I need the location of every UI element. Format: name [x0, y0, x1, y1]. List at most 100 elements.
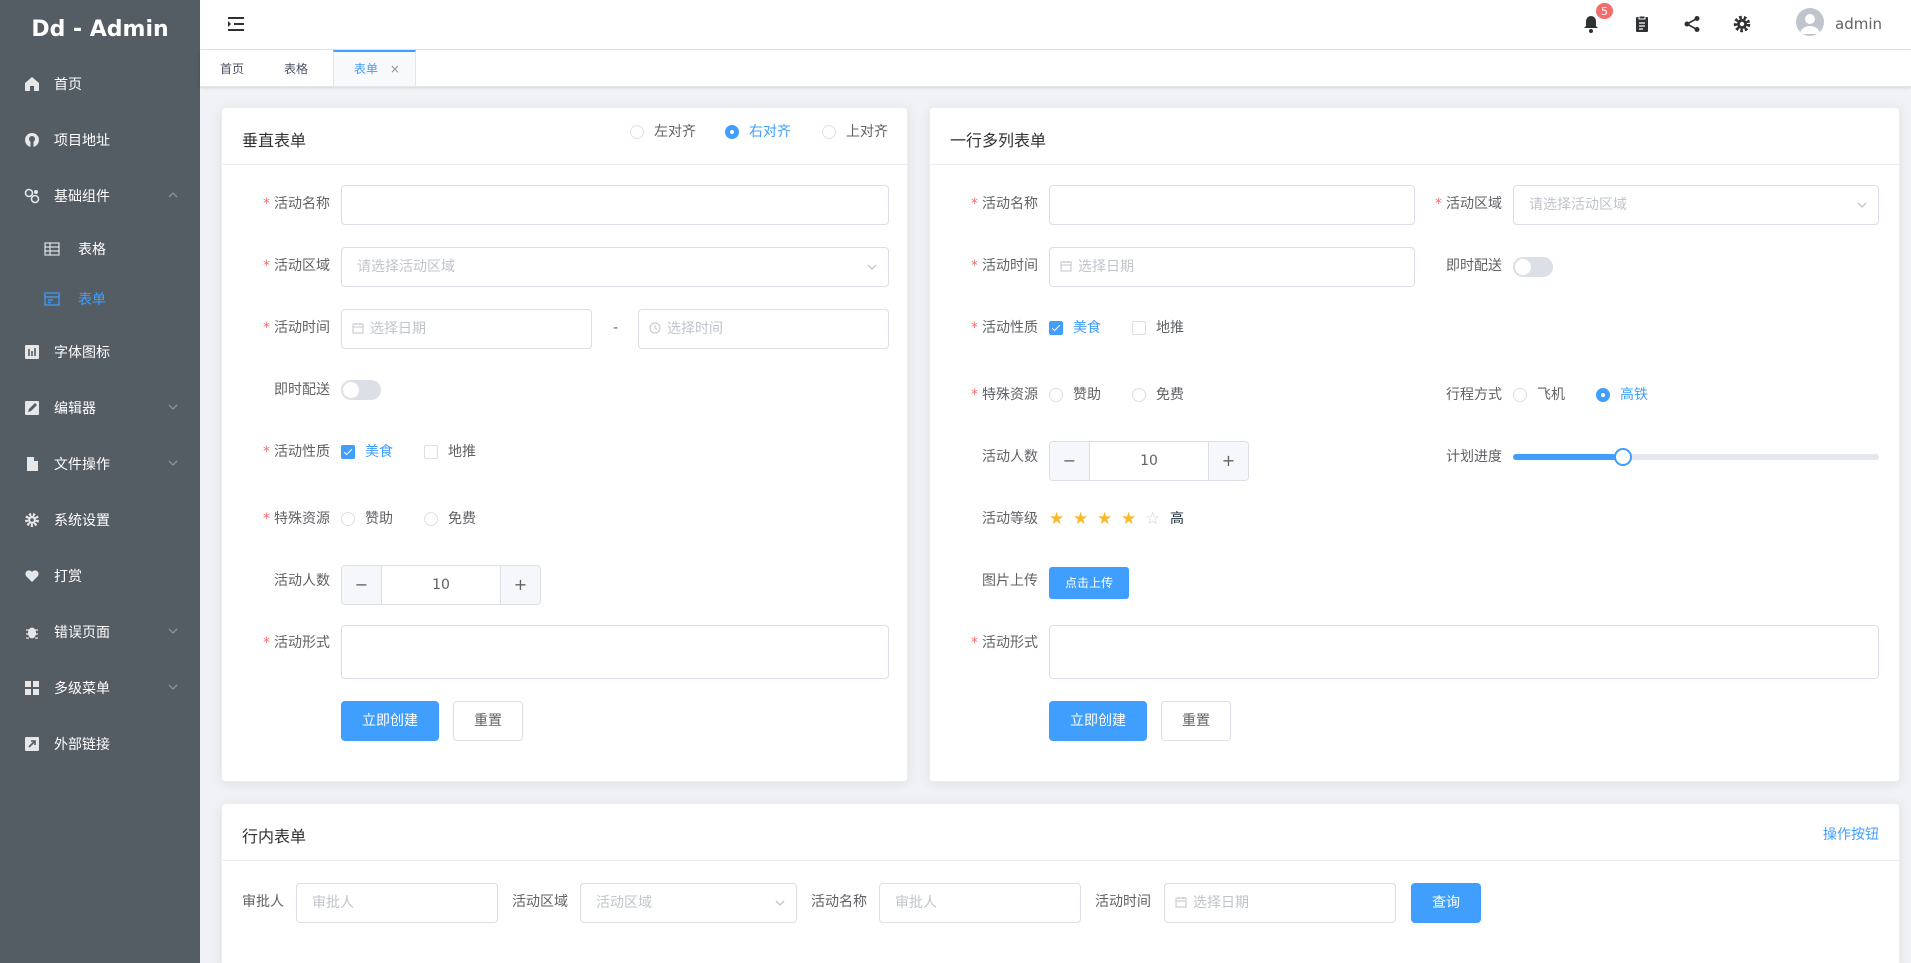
stepper-value[interactable]: 10: [1090, 442, 1208, 480]
settings-gear-icon[interactable]: [1733, 15, 1751, 33]
reset-button[interactable]: 重置: [1161, 701, 1231, 741]
card-header: 一行多列表单: [930, 108, 1899, 165]
sidebar-item-settings[interactable]: 系统设置: [0, 492, 200, 548]
resource-free-label[interactable]: 免费: [1156, 387, 1184, 403]
user-icon: [1800, 14, 1820, 34]
tab-close-icon[interactable]: ×: [390, 62, 400, 76]
tab-table[interactable]: 表格: [264, 50, 328, 86]
chevron-down-icon: [1857, 202, 1867, 208]
chevron-down-icon: [168, 460, 178, 466]
type-promo-label[interactable]: 地推: [448, 444, 476, 460]
decrease-button[interactable]: −: [342, 566, 382, 604]
clipboard-icon[interactable]: [1633, 15, 1651, 33]
sidebar-item-home[interactable]: 首页: [0, 56, 200, 112]
decrease-button[interactable]: −: [1050, 442, 1090, 480]
field-label: 行程方式: [1446, 387, 1502, 403]
type-food-checkbox[interactable]: [341, 445, 355, 459]
resource-sponsor-radio[interactable]: [341, 512, 355, 526]
align-left-label[interactable]: 左对齐: [654, 124, 696, 140]
rating-text: 高: [1170, 511, 1184, 527]
rating-star-empty-icon[interactable]: ☆: [1145, 510, 1160, 528]
menu-toggle-icon[interactable]: [227, 15, 245, 33]
type-promo-checkbox[interactable]: [424, 445, 438, 459]
rating-star-icon[interactable]: ★: [1049, 510, 1064, 528]
travel-train-radio[interactable]: [1596, 388, 1610, 402]
sidebar-item-multilevel[interactable]: 多级菜单: [0, 660, 200, 716]
share-icon[interactable]: [1683, 15, 1701, 33]
activity-region-select[interactable]: 请选择活动区域: [1513, 185, 1879, 225]
sidebar-item-table[interactable]: 表格: [0, 224, 200, 274]
reset-button[interactable]: 重置: [453, 701, 523, 741]
date-placeholder: 选择日期: [1193, 895, 1249, 911]
date-placeholder: 选择日期: [1078, 259, 1134, 275]
sidebar-item-external-link[interactable]: 外部链接: [0, 716, 200, 772]
rating-star-icon[interactable]: ★: [1121, 510, 1136, 528]
progress-slider[interactable]: [1513, 448, 1879, 466]
sidebar-item-editor[interactable]: 编辑器: [0, 380, 200, 436]
align-top-radio[interactable]: [822, 125, 836, 139]
delivery-switch[interactable]: [341, 380, 381, 400]
type-promo-label[interactable]: 地推: [1156, 320, 1184, 336]
resource-sponsor-label[interactable]: 赞助: [1073, 387, 1101, 403]
activity-name-input[interactable]: [341, 185, 889, 225]
activity-name-input[interactable]: [1049, 185, 1415, 225]
submit-button[interactable]: 立即创建: [1049, 701, 1147, 741]
date-picker[interactable]: 选择日期: [1164, 883, 1396, 923]
count-stepper[interactable]: − 10 +: [1049, 441, 1249, 481]
tab-home[interactable]: 首页: [200, 50, 264, 86]
stepper-value[interactable]: 10: [382, 566, 500, 604]
type-food-label[interactable]: 美食: [1073, 320, 1101, 336]
sidebar-item-components[interactable]: 基础组件: [0, 168, 200, 224]
sidebar-item-donate[interactable]: 打赏: [0, 548, 200, 604]
resource-sponsor-radio[interactable]: [1049, 388, 1063, 402]
card-header: 垂直表单 左对齐 右对齐 上对齐: [222, 108, 907, 165]
resource-sponsor-label[interactable]: 赞助: [365, 511, 393, 527]
bug-icon: [26, 627, 38, 639]
increase-button[interactable]: +: [500, 566, 540, 604]
sidebar-item-files[interactable]: 文件操作: [0, 436, 200, 492]
align-right-radio[interactable]: [725, 125, 739, 139]
username[interactable]: admin: [1835, 15, 1882, 33]
type-food-label[interactable]: 美食: [365, 444, 393, 460]
activity-date-picker[interactable]: 选择日期: [1049, 247, 1415, 287]
count-stepper[interactable]: − 10 +: [341, 565, 541, 605]
sidebar-item-form[interactable]: 表单: [0, 274, 200, 324]
delivery-switch[interactable]: [1513, 257, 1553, 277]
rating-star-icon[interactable]: ★: [1097, 510, 1112, 528]
sidebar-item-font-icons[interactable]: 字体图标: [0, 324, 200, 380]
action-link[interactable]: 操作按钮: [1823, 824, 1879, 844]
travel-plane-radio[interactable]: [1513, 388, 1527, 402]
name-input[interactable]: 审批人: [879, 883, 1081, 923]
resource-free-label[interactable]: 免费: [448, 511, 476, 527]
sidebar-item-errors[interactable]: 错误页面: [0, 604, 200, 660]
type-food-checkbox[interactable]: [1049, 321, 1063, 335]
activity-region-select[interactable]: 请选择活动区域: [341, 247, 889, 287]
align-left-radio[interactable]: [630, 125, 644, 139]
activity-form-textarea[interactable]: [1049, 625, 1879, 679]
type-promo-checkbox[interactable]: [1132, 321, 1146, 335]
activity-form-textarea[interactable]: [341, 625, 889, 679]
sidebar-item-project[interactable]: 项目地址: [0, 112, 200, 168]
increase-button[interactable]: +: [1208, 442, 1248, 480]
submit-button[interactable]: 立即创建: [341, 701, 439, 741]
rating-star-icon[interactable]: ★: [1073, 510, 1088, 528]
travel-train-label[interactable]: 高铁: [1620, 387, 1648, 403]
resource-free-radio[interactable]: [1132, 388, 1146, 402]
upload-button[interactable]: 点击上传: [1049, 567, 1129, 599]
activity-date-picker[interactable]: 选择日期: [341, 309, 592, 349]
align-top-label[interactable]: 上对齐: [846, 124, 888, 140]
approver-input[interactable]: 审批人: [296, 883, 498, 923]
activity-time-picker[interactable]: 选择时间: [638, 309, 889, 349]
field-label: 活动时间: [1095, 894, 1151, 910]
travel-plane-label[interactable]: 飞机: [1537, 387, 1565, 403]
field-label: * 活动区域: [1435, 196, 1502, 212]
region-select[interactable]: 活动区域: [580, 883, 797, 923]
query-button[interactable]: 查询: [1411, 883, 1481, 923]
avatar[interactable]: [1796, 8, 1824, 36]
external-link-icon: [25, 737, 39, 751]
sidebar-item-label: 基础组件: [54, 189, 110, 205]
resource-free-radio[interactable]: [424, 512, 438, 526]
slider-handle[interactable]: [1613, 448, 1632, 466]
tab-form[interactable]: 表单 ×: [333, 50, 416, 86]
align-right-label[interactable]: 右对齐: [749, 124, 791, 140]
